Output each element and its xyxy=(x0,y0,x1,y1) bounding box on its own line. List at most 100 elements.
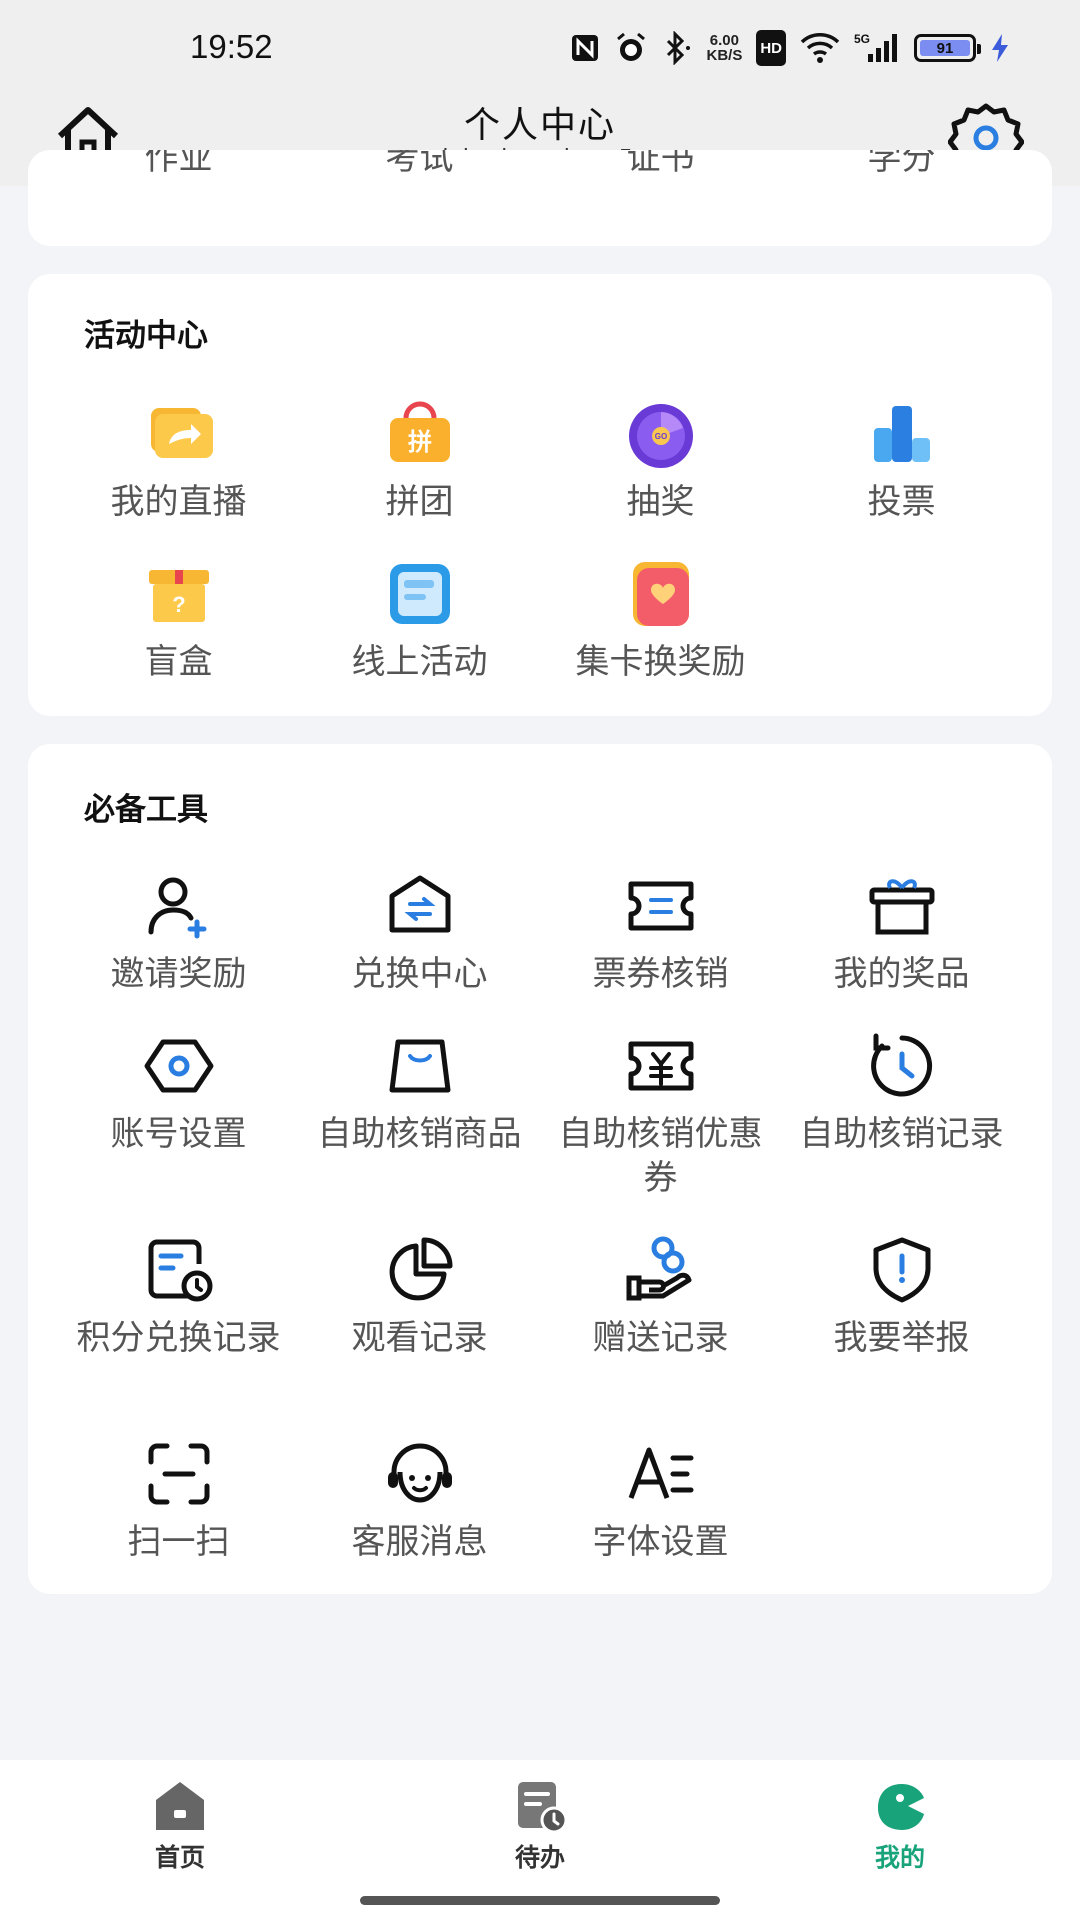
charging-icon xyxy=(990,30,1010,66)
tool-item-self-record[interactable]: 自助核销记录 xyxy=(781,1026,1022,1156)
activity-item-live[interactable]: 我的直播 xyxy=(58,394,299,524)
status-bar: 19:52 6.00 KB/S HD 5G 91 xyxy=(0,0,1080,92)
tool-item-ticket[interactable]: 票券核销 xyxy=(540,866,781,996)
learning-item-credits[interactable]: 学分 xyxy=(781,150,1022,179)
home-nav-icon xyxy=(156,1782,204,1830)
gift-box-icon xyxy=(869,879,934,935)
learning-item-certificate[interactable]: 证书 xyxy=(540,150,781,179)
tool-item-font[interactable]: 字体设置 xyxy=(540,1434,781,1564)
network-type: 5G xyxy=(854,32,870,46)
tool-label: 字体设置 xyxy=(592,1522,729,1562)
tool-label: 票券核销 xyxy=(592,954,729,994)
tool-item-give-record[interactable]: 赠送记录 xyxy=(540,1230,781,1360)
tool-item-watch-record[interactable]: 观看记录 xyxy=(299,1230,540,1360)
activity-item-online-activity[interactable]: 线上活动 xyxy=(299,554,540,684)
learning-item-homework[interactable]: 作业 xyxy=(58,150,299,179)
mine-nav-icon xyxy=(878,1784,924,1830)
net-speed-unit: KB/S xyxy=(706,47,743,64)
tool-label: 观看记录 xyxy=(351,1318,488,1358)
history-icon xyxy=(870,1033,932,1097)
tool-item-report[interactable]: 我要举报 xyxy=(781,1230,1022,1360)
tool-label: 自助核销记录 xyxy=(799,1114,1004,1154)
hd-badge: HD xyxy=(756,30,786,66)
nav-label: 我的 xyxy=(874,1843,925,1872)
points-record-icon xyxy=(148,1239,212,1302)
lottery-wheel-icon: GO xyxy=(628,404,693,468)
live-icon xyxy=(150,408,213,458)
activity-center-title: 活动中心 xyxy=(84,318,208,354)
activity-label: 抽奖 xyxy=(626,482,695,522)
page-title: 个人中心 xyxy=(463,105,616,146)
exchange-icon xyxy=(389,875,450,933)
tool-item-self-coupon[interactable]: 自助核销优惠券 xyxy=(540,1026,781,1200)
nav-mine[interactable]: 我的 xyxy=(800,1778,1000,1874)
tool-label: 自助核销商品 xyxy=(317,1114,522,1154)
activity-item-card-collect[interactable]: 集卡换奖励 xyxy=(540,554,781,684)
tool-label: 客服消息 xyxy=(351,1522,488,1562)
vote-icon xyxy=(873,406,930,462)
card-collect-icon xyxy=(632,562,689,626)
activity-item-vote[interactable]: 投票 xyxy=(781,394,1022,524)
status-icons: 6.00 KB/S HD 5G 91 xyxy=(570,28,1010,68)
tool-label: 账号设置 xyxy=(110,1114,247,1154)
activity-label: 我的直播 xyxy=(110,482,247,522)
tool-label: 赠送记录 xyxy=(592,1318,729,1358)
nav-home[interactable]: 首页 xyxy=(80,1778,280,1874)
bluetooth-icon xyxy=(662,30,692,66)
battery-level: 91 xyxy=(920,40,970,57)
activity-center-card: 活动中心 我的直播 拼 拼团 GO 抽奖 投票 ? 盲盒 线上活动 集卡换奖励 xyxy=(28,274,1052,716)
tool-label: 扫一扫 xyxy=(127,1522,230,1562)
tool-label: 积分兑换记录 xyxy=(76,1318,281,1358)
tool-label: 兑换中心 xyxy=(351,954,488,994)
alarm-icon xyxy=(614,30,648,66)
tool-label: 邀请奖励 xyxy=(110,954,247,994)
coupon-icon xyxy=(628,1041,693,1091)
nav-todo[interactable]: 待办 xyxy=(440,1778,640,1874)
tool-item-service[interactable]: 客服消息 xyxy=(299,1434,540,1564)
svg-text:GO: GO xyxy=(654,432,666,441)
tool-item-account[interactable]: 账号设置 xyxy=(58,1026,299,1156)
activity-item-blind-box[interactable]: ? 盲盒 xyxy=(58,554,299,684)
activity-item-group-buy[interactable]: 拼 拼团 xyxy=(299,394,540,524)
tool-item-scan[interactable]: 扫一扫 xyxy=(58,1434,299,1564)
net-speed: 6.00 KB/S xyxy=(706,30,742,66)
activity-label: 集卡换奖励 xyxy=(575,642,746,682)
svg-text:拼: 拼 xyxy=(408,428,432,456)
todo-nav-icon xyxy=(518,1782,568,1834)
give-icon xyxy=(626,1236,691,1301)
tools-card: 必备工具 邀请奖励 兑换中心 票券核销 我的奖品 账号设置 自助核销商品 自助核… xyxy=(28,744,1052,1594)
tools-title: 必备工具 xyxy=(84,792,208,828)
tool-item-points-record[interactable]: 积分兑换记录 xyxy=(58,1230,299,1360)
ticket-icon xyxy=(628,881,693,931)
wifi-icon xyxy=(800,30,840,66)
tool-item-prizes[interactable]: 我的奖品 xyxy=(781,866,1022,996)
shopping-bag-icon xyxy=(389,1039,450,1093)
learning-items: 作业 考试 证书 学分 xyxy=(28,150,1052,179)
report-shield-icon xyxy=(873,1237,930,1303)
svg-text:?: ? xyxy=(172,592,185,617)
tool-item-self-goods[interactable]: 自助核销商品 xyxy=(299,1026,540,1156)
tool-item-exchange[interactable]: 兑换中心 xyxy=(299,866,540,996)
status-time: 19:52 xyxy=(190,28,273,65)
tool-item-invite[interactable]: 邀请奖励 xyxy=(58,866,299,996)
account-settings-icon xyxy=(144,1039,213,1093)
signal-icon: 5G xyxy=(854,30,900,66)
blind-box-icon: ? xyxy=(148,570,209,622)
group-buy-icon: 拼 xyxy=(389,401,450,462)
customer-service-icon xyxy=(387,1443,452,1503)
learning-item-exam[interactable]: 考试 xyxy=(299,150,540,179)
tool-label: 我的奖品 xyxy=(833,954,970,994)
learning-card: 作业 考试 证书 学分 xyxy=(28,150,1052,246)
pie-chart-icon xyxy=(389,1237,452,1301)
nfc-icon xyxy=(570,30,600,66)
battery-icon: 91 xyxy=(914,30,981,66)
online-activity-icon xyxy=(389,564,450,624)
activity-label: 盲盒 xyxy=(144,642,213,682)
nav-label: 首页 xyxy=(154,1843,205,1872)
font-settings-icon xyxy=(628,1447,693,1499)
tool-label: 自助核销优惠券 xyxy=(558,1114,763,1198)
home-indicator[interactable] xyxy=(360,1896,720,1905)
nav-label: 待办 xyxy=(514,1843,565,1872)
scan-icon xyxy=(148,1443,209,1505)
activity-item-lottery[interactable]: GO 抽奖 xyxy=(540,394,781,524)
